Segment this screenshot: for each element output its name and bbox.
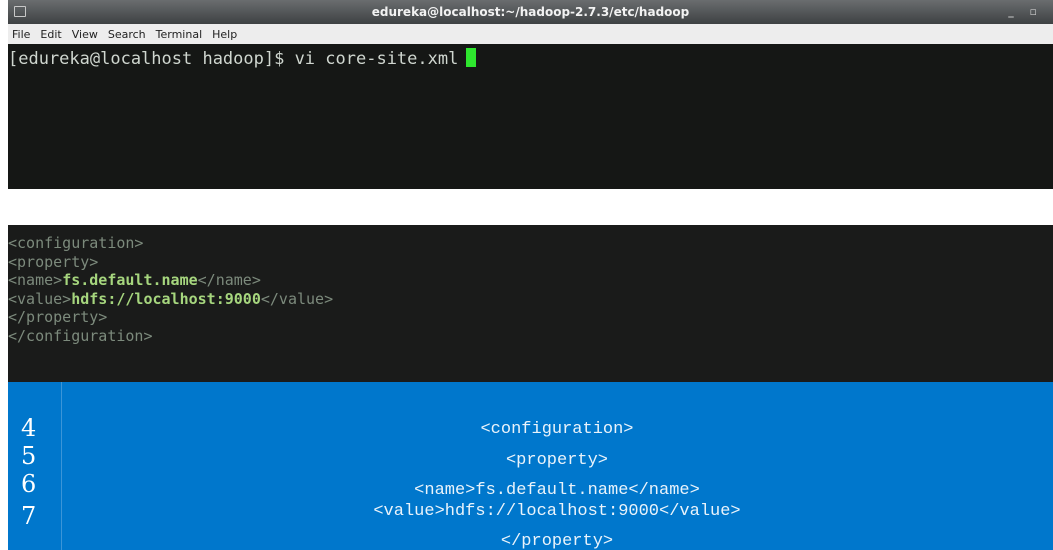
line-number: 7 — [21, 502, 37, 530]
xml-code-blue: 4 5 6 7 <configuration> <property> <name… — [8, 382, 1053, 550]
text-cursor — [466, 48, 477, 67]
window-controls[interactable]: _ ▫ — [1008, 0, 1043, 24]
code-line: <property> — [8, 253, 1053, 272]
xml-code-dark: <configuration> <property> <name>fs.defa… — [8, 225, 1053, 382]
xml-tag: </configuration> — [8, 326, 153, 345]
menu-search[interactable]: Search — [108, 28, 146, 41]
xml-tag: <value> — [8, 289, 72, 308]
menu-file[interactable]: File — [12, 28, 30, 41]
menu-edit[interactable]: Edit — [40, 28, 61, 41]
xml-tag: </name> — [197, 271, 261, 290]
menu-view[interactable]: View — [72, 28, 98, 41]
line-number: 5 — [21, 442, 37, 470]
code-line: <value>hdfs://localhost:9000</value> — [373, 502, 741, 521]
xml-value: hdfs://localhost:9000 — [71, 289, 261, 308]
xml-tag: </value> — [260, 289, 334, 308]
window-menu-icon[interactable] — [14, 6, 26, 17]
code-line: <configuration> — [8, 234, 1053, 253]
code-line: <property> — [505, 451, 609, 470]
xml-value: fs.default.name — [62, 271, 198, 290]
menu-bar: File Edit View Search Terminal Help — [8, 24, 1053, 44]
code-line: <name>fs.default.name</name> — [414, 481, 700, 500]
code-line: <name>fs.default.name</name> — [8, 271, 1053, 290]
xml-tag: </property> — [8, 308, 108, 327]
code-line: </property> — [8, 308, 1053, 327]
code-line: <value>hdfs://localhost:9000</value> — [8, 290, 1053, 309]
menu-help[interactable]: Help — [212, 28, 237, 41]
line-number: 6 — [21, 470, 37, 498]
xml-tag: <configuration> — [8, 234, 144, 252]
xml-tag: <name> — [8, 271, 63, 290]
title-bar[interactable]: edureka@localhost:~/hadoop-2.7.3/etc/had… — [8, 0, 1053, 24]
command-line: [edureka@localhost hadoop]$ vi core-site… — [8, 49, 459, 69]
code-line: </property> — [500, 532, 614, 550]
terminal-output[interactable]: [edureka@localhost hadoop]$ vi core-site… — [8, 44, 1053, 189]
code-line: <configuration> — [480, 420, 634, 439]
xml-tag: <property> — [8, 252, 99, 271]
line-number-gutter: 4 5 6 7 — [8, 382, 62, 550]
window-title: edureka@localhost:~/hadoop-2.7.3/etc/had… — [371, 5, 690, 19]
menu-terminal[interactable]: Terminal — [156, 28, 203, 41]
line-number: 4 — [21, 414, 37, 442]
terminal-window: edureka@localhost:~/hadoop-2.7.3/etc/had… — [8, 0, 1053, 189]
code-line: </configuration> — [8, 327, 1053, 346]
